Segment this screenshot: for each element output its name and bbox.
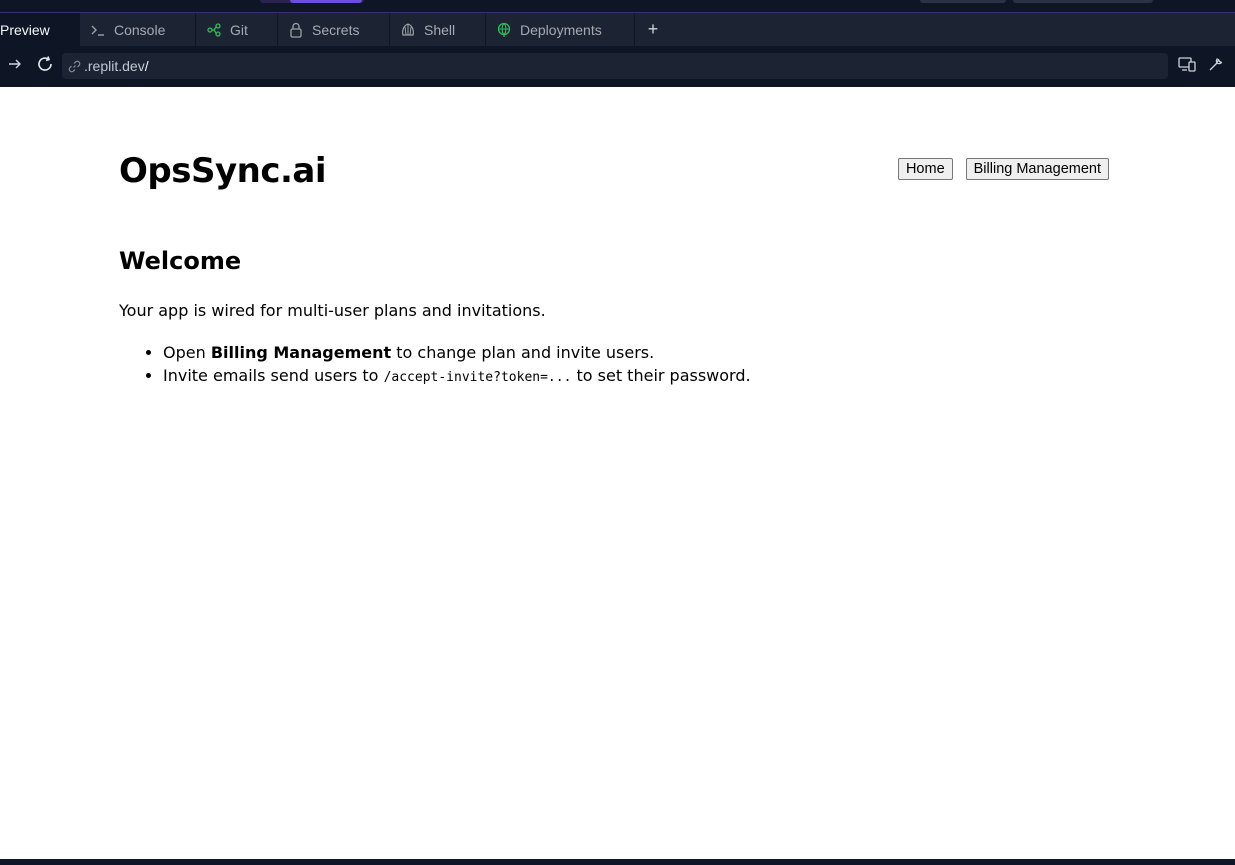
ide-bottom-strip <box>0 859 1235 865</box>
list-item: Invite emails send users to /accept-invi… <box>163 364 963 389</box>
list-item-text: Invite emails send users to <box>163 366 384 385</box>
link-icon <box>66 58 82 74</box>
tab-console[interactable]: Console <box>80 13 196 46</box>
reload-button[interactable] <box>30 52 60 82</box>
ide-top-strip <box>0 0 1235 13</box>
tab-label: Deployments <box>520 21 602 38</box>
forward-button[interactable] <box>0 52 30 82</box>
terminal-icon <box>90 22 106 38</box>
top-control[interactable] <box>1013 0 1153 3</box>
page-heading: Welcome <box>119 247 242 275</box>
list-item: Open Billing Management to change plan a… <box>163 341 963 364</box>
tab-secrets[interactable]: Secrets <box>278 13 390 46</box>
tab-git[interactable]: Git <box>196 13 278 46</box>
url-host: .replit.dev <box>84 58 145 74</box>
site-nav: Home Billing Management <box>897 158 1109 180</box>
tab-label: Preview <box>0 21 50 38</box>
list-item-text: Open <box>163 343 211 362</box>
info-list: Open Billing Management to change plan a… <box>119 341 963 389</box>
tab-shell[interactable]: Shell <box>390 13 486 46</box>
top-indicator-active <box>290 0 362 3</box>
devices-button[interactable] <box>1177 56 1197 76</box>
arrow-right-icon <box>8 57 22 76</box>
wrench-icon <box>1208 56 1224 77</box>
globe-icon <box>496 22 512 38</box>
intro-text: Your app is wired for multi-user plans a… <box>119 301 546 320</box>
devtools-button[interactable] <box>1206 56 1226 76</box>
tab-deployments[interactable]: Deployments <box>486 13 635 46</box>
list-item-text: to change plan and invite users. <box>391 343 655 362</box>
lock-icon <box>288 22 304 38</box>
add-tab-button[interactable]: + <box>635 13 671 46</box>
tab-label: Secrets <box>312 21 360 38</box>
shell-icon <box>400 22 416 38</box>
site-title: OpsSync.ai <box>119 151 327 191</box>
tab-label: Console <box>114 21 166 38</box>
billing-management-button[interactable]: Billing Management <box>965 158 1109 180</box>
top-control[interactable] <box>920 0 1006 3</box>
tab-label: Shell <box>424 21 456 38</box>
devices-icon <box>1178 56 1196 77</box>
url-path: / <box>144 58 149 74</box>
reload-icon <box>36 55 54 78</box>
list-item-bold: Billing Management <box>210 343 392 362</box>
tab-label: Git <box>230 21 248 38</box>
git-icon <box>206 22 222 38</box>
home-button[interactable]: Home <box>897 158 953 180</box>
ide-tab-bar: Preview Console Git Secrets Shell Deploy… <box>0 13 1235 46</box>
url-bar[interactable]: .replit.dev / <box>62 53 1168 79</box>
preview-url-row: .replit.dev / <box>0 46 1235 87</box>
tab-preview[interactable]: Preview <box>0 13 80 46</box>
invite-path-code: /accept-invite?token=... <box>383 370 572 385</box>
list-item-text: to set their password. <box>571 366 751 385</box>
